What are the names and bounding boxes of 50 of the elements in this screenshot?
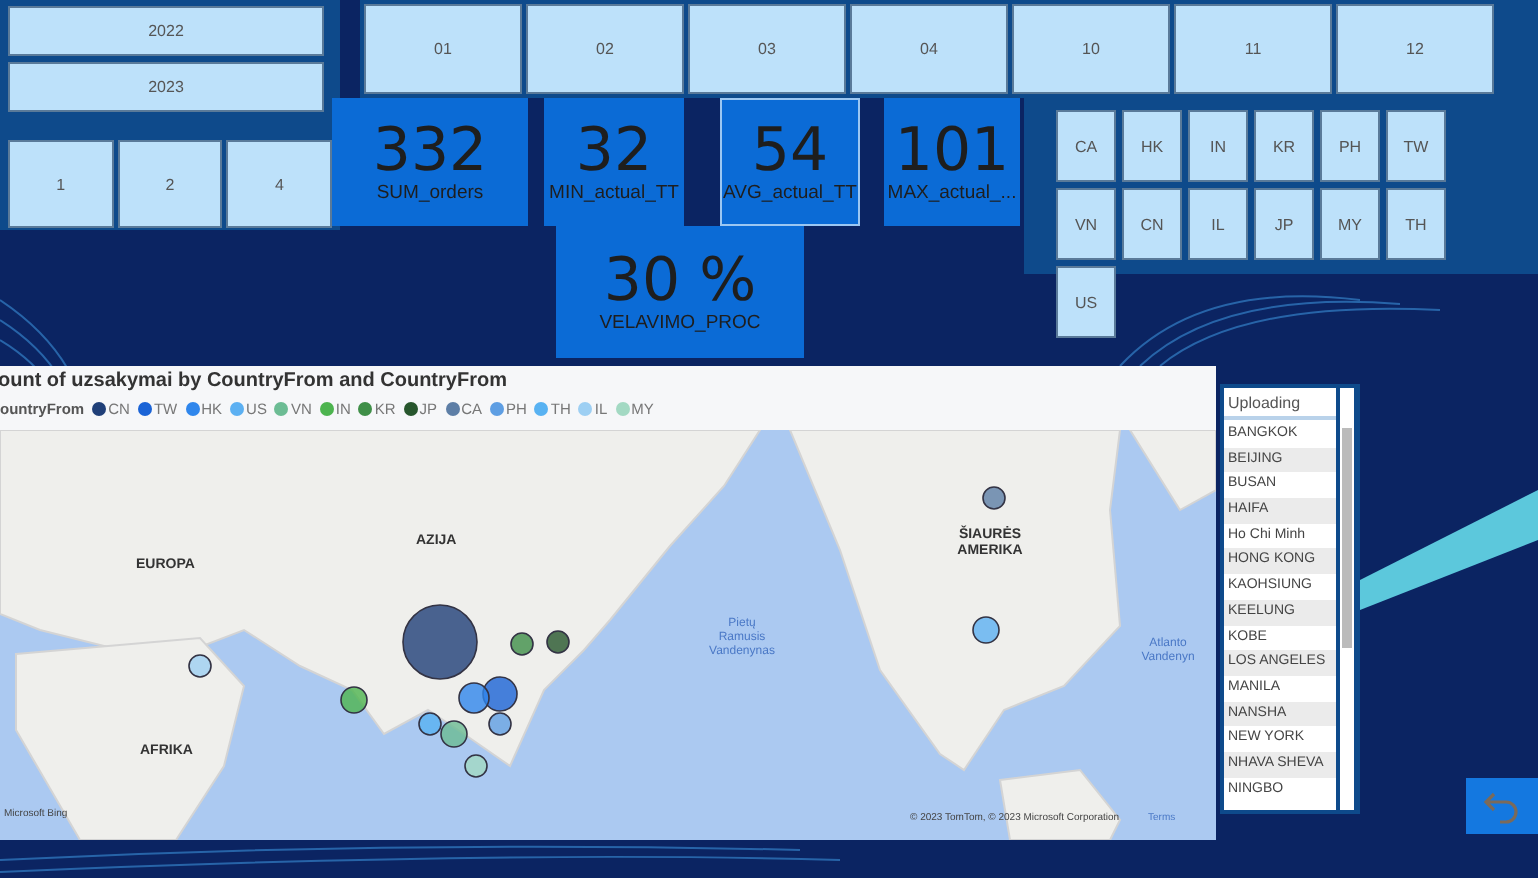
country-button[interactable]: CA bbox=[1056, 110, 1116, 182]
kpi-label: SUM_orders bbox=[376, 182, 484, 205]
bubble-marker[interactable] bbox=[488, 712, 512, 736]
bubble-marker[interactable] bbox=[340, 686, 368, 714]
country-button[interactable]: VN bbox=[1056, 188, 1116, 260]
bubble-marker[interactable] bbox=[482, 676, 518, 712]
quarter-button[interactable]: 2 bbox=[117, 140, 223, 228]
kpi-label: MIN_actual_TT bbox=[549, 182, 679, 205]
country-button[interactable]: KR bbox=[1254, 110, 1314, 182]
country-button[interactable]: IN bbox=[1188, 110, 1248, 182]
kpi-label: AVG_actual_TT bbox=[723, 182, 857, 205]
country-button[interactable]: CN bbox=[1122, 188, 1182, 260]
country-button[interactable]: PH bbox=[1320, 110, 1380, 182]
month-button[interactable]: 10 bbox=[1012, 4, 1170, 94]
country-button[interactable]: TH bbox=[1386, 188, 1446, 260]
bubble-marker[interactable] bbox=[510, 632, 534, 656]
slicer-header: Uploading bbox=[1224, 388, 1336, 420]
kpi-value: 32 bbox=[575, 119, 653, 183]
bubble-marker[interactable] bbox=[972, 616, 1000, 644]
month-button[interactable]: 03 bbox=[688, 4, 846, 94]
country-button[interactable]: JP bbox=[1254, 188, 1314, 260]
kpi-value: 30 % bbox=[603, 249, 757, 313]
country-button[interactable]: HK bbox=[1122, 110, 1182, 182]
bubble-marker[interactable] bbox=[546, 630, 570, 654]
country-button[interactable]: US bbox=[1056, 266, 1116, 338]
country-button[interactable]: MY bbox=[1320, 188, 1380, 260]
kpi-value: 101 bbox=[894, 119, 1010, 183]
month-button[interactable]: 02 bbox=[526, 4, 684, 94]
bubble-marker[interactable] bbox=[188, 654, 212, 678]
bubble-marker[interactable] bbox=[464, 754, 488, 778]
kpi-label: VELAVIMO_PROC bbox=[599, 312, 761, 335]
year-button[interactable]: 2022 bbox=[8, 6, 324, 56]
year-button[interactable]: 2023 bbox=[8, 62, 324, 112]
bubble-marker[interactable] bbox=[402, 604, 478, 680]
bubble-marker[interactable] bbox=[440, 720, 468, 748]
kpi-value: 54 bbox=[751, 119, 829, 183]
kpi-label: MAX_actual_... bbox=[887, 182, 1017, 205]
kpi-value: 332 bbox=[372, 119, 488, 183]
quarter-button[interactable]: 4 bbox=[226, 140, 333, 228]
bubble-marker[interactable] bbox=[458, 682, 490, 714]
month-button[interactable]: 01 bbox=[364, 4, 522, 94]
quarter-button[interactable]: 1 bbox=[8, 140, 114, 228]
bubble-marker[interactable] bbox=[982, 486, 1006, 510]
country-button[interactable]: IL bbox=[1188, 188, 1248, 260]
bubble-marker[interactable] bbox=[418, 712, 442, 736]
month-button[interactable]: 04 bbox=[850, 4, 1008, 94]
scrollbar[interactable] bbox=[1340, 388, 1354, 810]
country-button[interactable]: TW bbox=[1386, 110, 1446, 182]
month-button[interactable]: 11 bbox=[1174, 4, 1332, 94]
month-button[interactable]: 12 bbox=[1336, 4, 1494, 94]
